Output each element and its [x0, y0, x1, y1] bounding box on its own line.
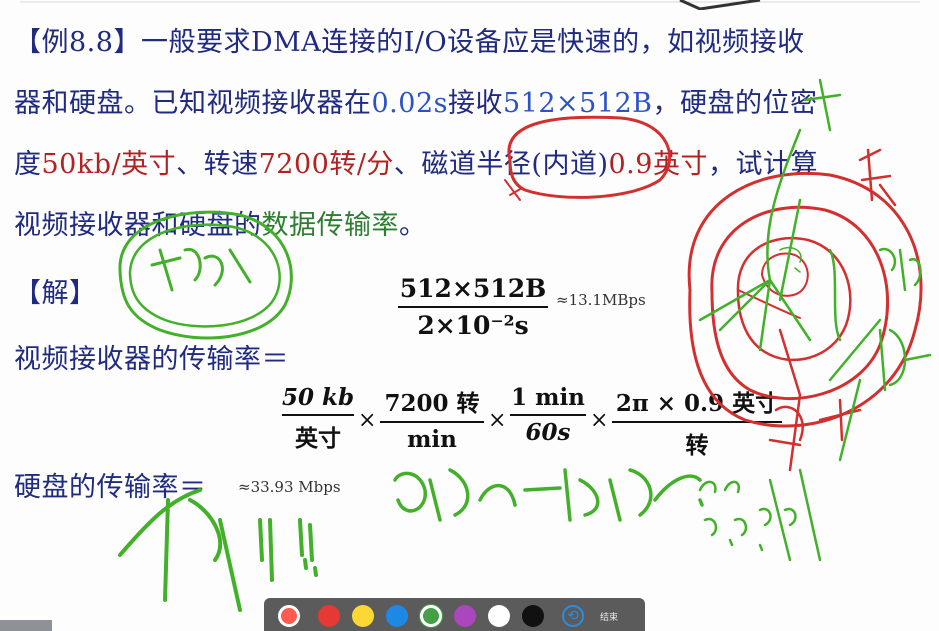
- example-tag: 【例8.8】: [14, 27, 141, 58]
- minute-fraction: 1 min 60s: [510, 384, 586, 446]
- color-blue-swatch[interactable]: [386, 605, 408, 627]
- times-sign: ×: [488, 408, 507, 433]
- slide-corner-bar: [0, 620, 52, 631]
- data-size-value: 512×512B: [502, 88, 653, 119]
- pen-toolbar: ⟲ 结束: [264, 598, 645, 631]
- bit-density-fraction: 50 kb 英寸: [282, 384, 355, 452]
- time-value: 0.02s: [371, 88, 448, 119]
- color-purple-swatch[interactable]: [454, 605, 476, 627]
- green-ink-text: [393, 468, 704, 522]
- circumference-fraction: 2π × 0.9 英寸 转: [612, 384, 782, 460]
- green-ink-text: [118, 488, 318, 612]
- rotation-speed-value: 7200转/分: [258, 149, 394, 180]
- red-ink-mark: [504, 179, 523, 201]
- green-ink-text: [779, 246, 802, 273]
- red-ink-mark: [737, 289, 801, 319]
- video-rate-approx: ≈13.1MBps: [556, 291, 646, 309]
- green-ink-mark: [698, 78, 842, 352]
- color-green-swatch[interactable]: [420, 605, 442, 627]
- undo-icon[interactable]: ⟲: [562, 605, 584, 627]
- slide: 【例8.8】一般要求DMA连接的I/O设备应是快速的，如视频接收 器和硬盘。已知…: [0, 0, 939, 631]
- rotation-fraction: 7200 转 min: [380, 384, 484, 453]
- green-ink-text: [150, 247, 252, 292]
- bit-density-value: 50kb/英寸: [41, 149, 177, 180]
- problem-line-2: 器和硬盘。已知视频接收器在0.02s接收512×512B，硬盘的位密: [14, 88, 818, 119]
- problem-line-3: 度50kb/英寸、转速7200转/分、磁道半径(内道)0.9英寸，试计算: [14, 149, 818, 180]
- green-ink-mark: [768, 248, 882, 562]
- problem-line-4: 视频接收器和硬盘的数据传输率。: [14, 210, 427, 241]
- top-edge-decoration: [0, 0, 939, 10]
- disk-rate-label: 硬盘的传输率＝: [14, 472, 207, 503]
- color-black-swatch[interactable]: [522, 605, 544, 627]
- video-rate-label: 视频接收器的传输率＝: [14, 344, 289, 375]
- green-ink-text: [698, 480, 797, 552]
- times-sign: ×: [358, 408, 377, 433]
- color-white-swatch[interactable]: [488, 605, 510, 627]
- data-transfer-rate-term: 数据传输率: [261, 210, 399, 241]
- pen-mode-button[interactable]: [278, 605, 300, 627]
- disk-rate-approx: ≈33.93 Mbps: [238, 478, 341, 496]
- color-yellow-swatch[interactable]: [352, 605, 374, 627]
- video-rate-fraction: 512×512B 2×10⁻²s: [398, 274, 548, 340]
- color-red-swatch[interactable]: [318, 605, 340, 627]
- problem-line-1: 【例8.8】一般要求DMA连接的I/O设备应是快速的，如视频接收: [14, 27, 805, 58]
- red-ink-mark: [768, 328, 862, 472]
- red-ink-ring: [761, 252, 809, 297]
- solution-label: 【解】: [14, 278, 97, 309]
- red-ink-ring: [710, 205, 889, 401]
- red-ink-mark: [858, 148, 897, 207]
- red-ink-ring: [736, 236, 852, 362]
- end-button[interactable]: 结束: [600, 610, 618, 623]
- times-sign: ×: [590, 408, 609, 433]
- track-radius-value: 0.9英寸: [608, 149, 708, 180]
- green-ink-text: [878, 247, 932, 392]
